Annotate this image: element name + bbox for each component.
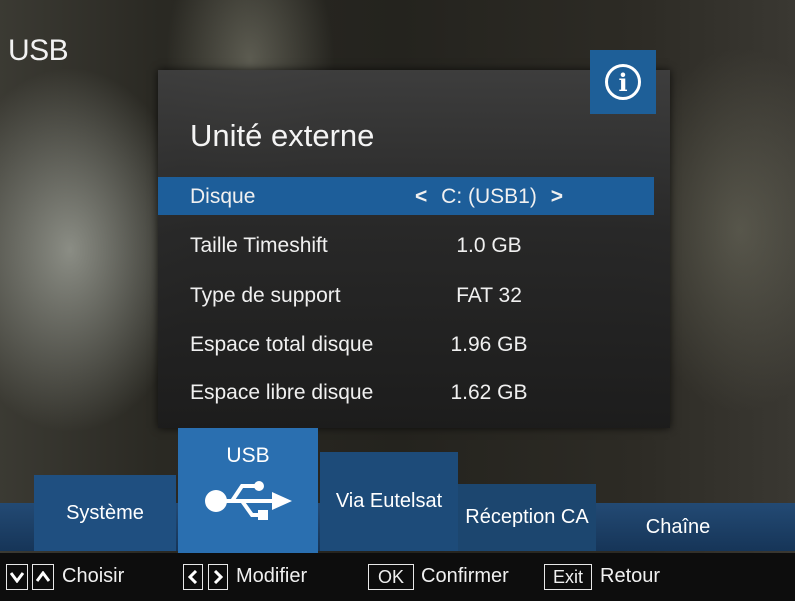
chevron-left-icon bbox=[183, 564, 203, 590]
tab-via-eutelsat[interactable]: Via Eutelsat bbox=[320, 452, 458, 551]
hint-modifier: Modifier bbox=[236, 565, 308, 587]
chevron-left-icon[interactable]: < bbox=[415, 185, 427, 208]
tab-chaine[interactable]: Chaîne bbox=[598, 503, 758, 551]
row-label: Disque bbox=[190, 185, 256, 208]
tab-usb[interactable]: USB bbox=[178, 428, 318, 556]
hint-retour: Retour bbox=[600, 565, 661, 587]
info-button[interactable]: i bbox=[590, 50, 656, 114]
chevron-down-icon bbox=[6, 564, 28, 590]
page-title: USB bbox=[8, 34, 69, 67]
info-icon: i bbox=[605, 64, 641, 100]
row-value: 1.62 GB bbox=[450, 381, 528, 404]
row-label: Type de support bbox=[190, 284, 341, 307]
row-value: 1.0 GB bbox=[456, 234, 522, 257]
hint-choisir: Choisir bbox=[62, 565, 125, 587]
row-value[interactable]: < C: (USB1) > bbox=[394, 185, 584, 209]
tab-label: Chaîne bbox=[645, 515, 711, 538]
tab-label: Via Eutelsat bbox=[335, 490, 443, 512]
row-taille-timeshift[interactable]: Taille Timeshift 1.0 GB bbox=[158, 226, 654, 264]
tab-reception-ca[interactable]: Réception CA bbox=[458, 484, 596, 551]
tab-label: USB bbox=[226, 444, 270, 467]
tab-label: Système bbox=[66, 501, 144, 524]
chevron-right-icon[interactable]: > bbox=[551, 185, 563, 208]
usb-icon bbox=[205, 481, 292, 520]
key-hint-bar: Choisir Modifier OK Confirmer Exit Retou… bbox=[0, 553, 795, 601]
chevron-up-icon bbox=[32, 564, 54, 590]
exit-key: Exit bbox=[544, 564, 592, 590]
ok-key: OK bbox=[368, 564, 414, 590]
row-label: Espace libre disque bbox=[190, 381, 374, 404]
dialog-title: Unité externe bbox=[190, 118, 375, 153]
row-value: FAT 32 bbox=[456, 284, 522, 307]
row-espace-libre[interactable]: Espace libre disque 1.62 GB bbox=[158, 373, 654, 411]
row-disque[interactable]: Disque < C: (USB1) > bbox=[158, 177, 654, 215]
row-label: Taille Timeshift bbox=[190, 234, 328, 257]
tab-label: Réception CA bbox=[465, 506, 589, 528]
row-label: Espace total disque bbox=[190, 333, 374, 356]
disk-value: C: (USB1) bbox=[441, 185, 537, 208]
tab-systeme[interactable]: Système bbox=[34, 475, 176, 551]
hint-confirmer: Confirmer bbox=[421, 565, 509, 587]
chevron-right-icon bbox=[208, 564, 228, 590]
row-value: 1.96 GB bbox=[450, 333, 528, 356]
row-espace-total[interactable]: Espace total disque 1.96 GB bbox=[158, 325, 654, 363]
row-type-support[interactable]: Type de support FAT 32 bbox=[158, 276, 654, 314]
